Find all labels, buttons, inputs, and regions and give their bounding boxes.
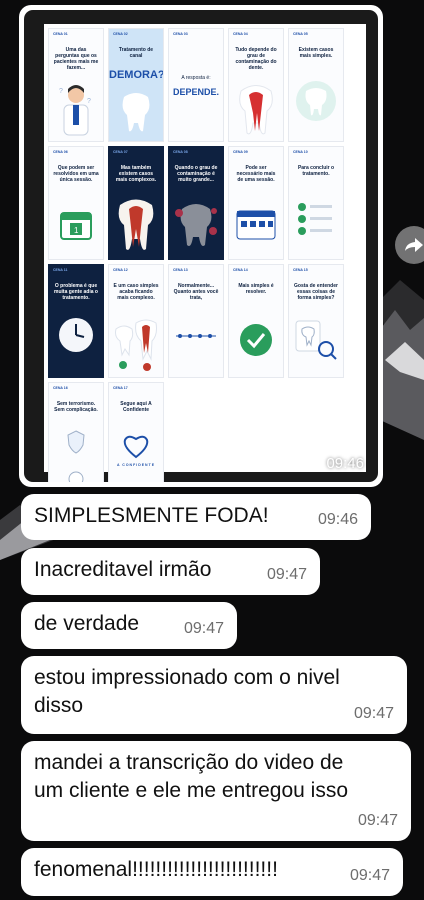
scene-card: CENA 17 Segue aqui A Confidente A CONFID… — [108, 382, 164, 482]
checklist-icon — [298, 203, 332, 235]
storyboard-image[interactable]: CENA 01 Uma das perguntas que os pacient… — [24, 10, 378, 482]
scene-card: CENA 04 Tudo depende do grau de contamin… — [228, 28, 284, 142]
message-bubble[interactable]: SIMPLESMENTE FODA! 09:46 — [21, 494, 371, 540]
message-time: 09:46 — [326, 455, 364, 472]
scene-card: CENA 12 E um caso simples acaba ficando … — [108, 264, 164, 378]
dentist-illustration: ?? — [59, 85, 91, 136]
tooth-icon — [118, 199, 154, 250]
message-text: fenomenal!!!!!!!!!!!!!!!!!!!!!!!!! — [34, 858, 278, 881]
tooth-icon — [122, 93, 150, 132]
scene-card: CENA 05 Existem casos mais simples. — [288, 28, 344, 142]
message-time: 09:47 — [353, 705, 394, 722]
scene-card: CENA 06 Que podem ser resolvidos em uma … — [48, 146, 104, 260]
scene-card: CENA 07 Mas também existem casos mais co… — [108, 146, 164, 260]
infected-tooth-icon — [175, 204, 217, 246]
message-time: 09:47 — [266, 566, 307, 583]
image-message[interactable]: CENA 01 Uma das perguntas que os pacient… — [19, 5, 383, 487]
storyboard-sheet: CENA 01 Uma das perguntas que os pacient… — [44, 24, 366, 482]
brand-logo-text: A CONFIDENTE — [116, 463, 156, 467]
clock-icon — [59, 318, 93, 352]
svg-text:?: ? — [87, 98, 91, 105]
message-time: 09:47 — [183, 620, 224, 637]
scene-card: CENA 02 Tratamento de canal DEMORA? — [108, 28, 164, 142]
svg-text:?: ? — [59, 88, 63, 95]
tooth-magnifier-icon — [295, 320, 337, 360]
scene-card: CENA 03 A resposta é: DEPENDE. — [168, 28, 224, 142]
calendar-icon: 1 — [60, 212, 92, 240]
message-text: Inacreditavel irmão — [34, 558, 212, 581]
forward-icon — [405, 238, 423, 252]
message-text: mandei a transcrição do video de um clie… — [34, 751, 349, 802]
scene-card: CENA 09 Pode ser necessário mais de uma … — [228, 146, 284, 260]
message-text: de verdade — [34, 612, 140, 635]
scene-card: CENA 15 Gosta de entender essas coisas d… — [288, 264, 344, 378]
message-time: 09:47 — [349, 867, 390, 884]
tooth-comparison-icon — [115, 319, 157, 371]
timeline-icon — [176, 334, 216, 338]
message-bubble[interactable]: de verdade 09:47 — [21, 602, 237, 649]
scene-card: CENA 11 O problema é que muita gente adi… — [48, 264, 104, 378]
message-text: estou impressionado com o nivel disso — [34, 666, 340, 717]
message-time: 09:46 — [317, 511, 358, 528]
tooth-icon — [239, 85, 273, 135]
message-bubble[interactable]: estou impressionado com o nivel disso 09… — [21, 656, 407, 734]
scene-card: CENA 01 Uma das perguntas que os pacient… — [48, 28, 104, 142]
message-bubble[interactable]: fenomenal!!!!!!!!!!!!!!!!!!!!!!!!! 09:47 — [21, 848, 403, 896]
scene-card: CENA 13 Normalmente... Quanto antes você… — [168, 264, 224, 378]
message-time: 09:47 — [357, 812, 398, 829]
message-bubble[interactable]: Inacreditavel irmão 09:47 — [21, 548, 320, 595]
message-bubble[interactable]: mandei a transcrição do video de um clie… — [21, 741, 411, 841]
scene-card: CENA 16 Sem terrorismo. Sem complicação. — [48, 382, 104, 482]
heart-tooth-icon — [123, 435, 149, 459]
scene-card: CENA 10 Para concluir o tratamento. — [288, 146, 344, 260]
scene-card: CENA 08 Quando o grau de contaminação é … — [168, 146, 224, 260]
calendar-icon — [236, 210, 276, 240]
svg-text:1: 1 — [74, 226, 79, 235]
check-circle-icon — [240, 324, 272, 356]
tooth-icon — [296, 81, 336, 121]
shield-icon — [67, 430, 85, 482]
message-text: SIMPLESMENTE FODA! — [34, 504, 269, 527]
scene-card: CENA 14 Mais simples é resolver. — [228, 264, 284, 378]
